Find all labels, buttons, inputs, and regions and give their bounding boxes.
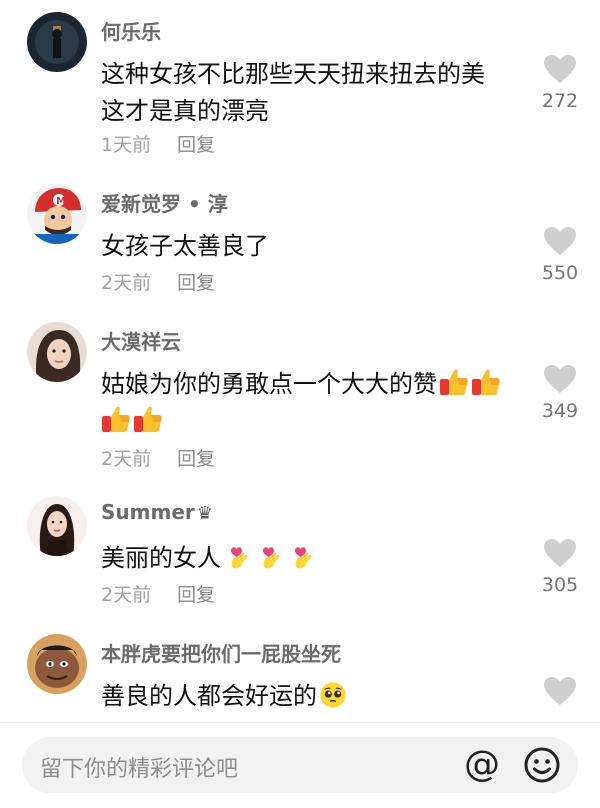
reply-button[interactable]: 回复: [177, 448, 215, 470]
comment-meta: 2天前 回复: [101, 268, 215, 295]
like-button[interactable]: 349: [540, 364, 580, 422]
like-button[interactable]: 272: [540, 54, 580, 112]
username[interactable]: Summer ♛: [101, 500, 213, 524]
comment-text-content: 姑娘为你的勇敢点一个大大的赞: [101, 370, 437, 398]
woman-dark-hair-avatar: [27, 496, 87, 556]
comment-text-line: 这才是真的漂亮: [101, 97, 269, 125]
finger-heart-emoji: [287, 541, 317, 571]
comment-meta: 2天前 回复: [101, 444, 215, 471]
reply-button[interactable]: 回复: [177, 134, 215, 156]
heart-icon: [543, 676, 577, 706]
svg-text:M: M: [56, 196, 66, 207]
comment-time: 1天前: [101, 134, 152, 156]
username[interactable]: 本胖虎要把你们一屁股坐死: [101, 638, 341, 667]
comment-text: 女孩子太善良了: [101, 232, 269, 260]
thumbs-up-emoji: [133, 404, 163, 434]
thumbs-up-emoji: [439, 367, 469, 397]
user-avatar[interactable]: [27, 322, 87, 382]
comment-input-placeholder: 留下你的精彩评论吧: [40, 757, 239, 782]
username-text: Summer: [101, 500, 195, 524]
emoji-picker-icon[interactable]: [522, 745, 562, 785]
girl-portrait-avatar: [27, 322, 87, 382]
finger-heart-emoji: [223, 541, 253, 571]
comment-meta: 1天前 回复: [101, 130, 215, 157]
heart-icon: [543, 364, 577, 394]
night-silhouette-avatar: [27, 12, 87, 72]
username[interactable]: 爱新觉罗 • 淳: [101, 188, 228, 217]
comment-text: 善良的人都会好运的: [101, 678, 521, 715]
like-button[interactable]: 305: [540, 538, 580, 596]
comment-time: 2天前: [101, 272, 152, 294]
heart-icon: [543, 538, 577, 568]
like-count: 349: [541, 400, 579, 422]
like-count: 550: [541, 262, 579, 284]
mario-avatar: M: [27, 184, 87, 244]
comment-text: 美丽的女人: [101, 540, 521, 577]
comment-text-line: 姑娘为你的勇敢点一个大大的赞: [101, 366, 521, 403]
thumbs-up-emoji: [101, 404, 131, 434]
comment-time: 2天前: [101, 448, 152, 470]
like-count: 272: [541, 90, 579, 112]
comment-text-line: 这种女孩不比那些天天扭来扭去的美: [101, 60, 485, 88]
user-avatar[interactable]: [27, 12, 87, 72]
like-button[interactable]: 550: [540, 226, 580, 284]
user-avatar[interactable]: [27, 496, 87, 556]
crown-icon: ♛: [196, 503, 213, 524]
comment-text: 这种女孩不比那些天天扭来扭去的美 这才是真的漂亮: [101, 56, 521, 130]
at-mention-icon[interactable]: @: [460, 743, 504, 787]
comment-text-content: 美丽的女人: [101, 544, 221, 572]
gian-cartoon-avatar: [27, 634, 87, 694]
comment-time: 2天前: [101, 584, 152, 606]
username[interactable]: 何乐乐: [101, 16, 161, 45]
pleading-face-emoji: [319, 681, 347, 709]
thumbs-up-emoji: [471, 367, 501, 397]
comment-input[interactable]: 留下你的精彩评论吧 @: [22, 737, 578, 793]
like-count: 305: [541, 574, 579, 596]
comment-input-bar: 留下你的精彩评论吧 @: [0, 722, 600, 808]
comment-emoji-line: [101, 403, 521, 440]
user-avatar[interactable]: [27, 634, 87, 694]
comment-text-content: 善良的人都会好运的: [101, 682, 317, 710]
comment-text: 姑娘为你的勇敢点一个大大的赞: [101, 366, 521, 440]
comment-meta: 2天前 回复: [101, 580, 215, 607]
heart-icon: [543, 226, 577, 256]
username[interactable]: 大漠祥云: [101, 326, 181, 355]
heart-icon: [543, 54, 577, 84]
user-avatar[interactable]: M: [27, 184, 87, 244]
finger-heart-emoji: [255, 541, 285, 571]
like-button[interactable]: [540, 676, 580, 706]
reply-button[interactable]: 回复: [177, 584, 215, 606]
reply-button[interactable]: 回复: [177, 272, 215, 294]
